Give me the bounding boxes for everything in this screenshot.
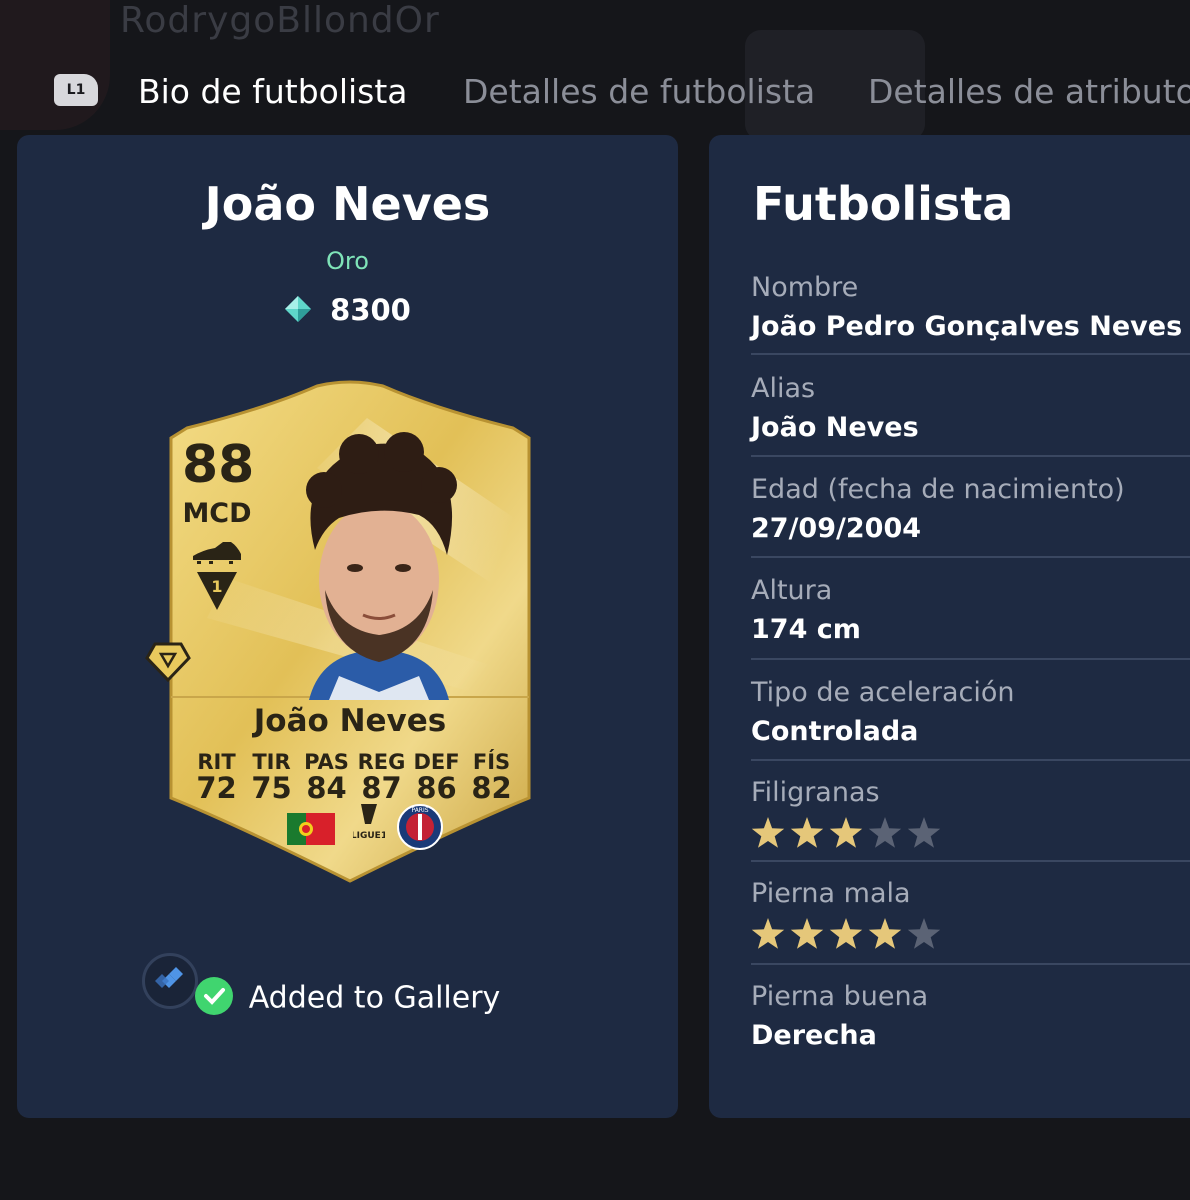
tab-detalles-de-futbolista[interactable]: Detalles de futbolista: [463, 72, 815, 111]
divider: [751, 455, 1190, 457]
weak-foot-stars: [751, 918, 941, 949]
stat-reg: REG 87: [357, 750, 406, 805]
card-player-name: João Neves: [253, 703, 447, 739]
tab-detalles-de-atributos[interactable]: Detalles de atributos: [868, 72, 1190, 111]
divider: [751, 963, 1190, 965]
gem-currency-icon: [284, 295, 312, 330]
tab-bio-de-futbolista[interactable]: Bio de futbolista: [138, 72, 408, 111]
card-rating: 88: [182, 435, 255, 495]
info-row-alias: Alias João Neves: [751, 373, 919, 443]
player-card[interactable]: 88 MCD 1 João Neves RIT72 TIR75 PAS84: [167, 378, 533, 883]
player-info-panel: Futbolista Nombre João Pedro Gonçalves Ne…: [709, 135, 1190, 1118]
info-row-nombre: Nombre João Pedro Gonçalves Neves: [751, 272, 1183, 342]
player-bio-panel: João Neves Oro 8300 88 MCD 1 João Neves …: [17, 135, 678, 1118]
gallery-status-text: Added to Gallery: [248, 980, 501, 1016]
divider: [751, 658, 1190, 660]
player-name-title: João Neves: [204, 177, 491, 231]
svg-text:1: 1: [211, 577, 222, 596]
portugal-flag-icon: [287, 813, 335, 845]
gallery-status: Added to Gallery: [17, 977, 678, 1018]
info-row-pierna-mala: Pierna mala: [751, 878, 1190, 953]
star-filled-icon: [868, 918, 902, 949]
stat-rit: RIT 72: [196, 750, 237, 805]
divider: [751, 556, 1190, 558]
star-filled-icon: [829, 918, 863, 949]
price-value: 8300: [330, 293, 411, 327]
l1-shoulder-button-icon[interactable]: L1: [54, 74, 98, 106]
star-empty-icon: [907, 817, 941, 848]
boot-icon: [193, 542, 241, 564]
star-filled-icon: [790, 817, 824, 848]
stat-fis: FÍS 82: [471, 750, 512, 805]
star-empty-icon: [868, 817, 902, 848]
stat-tir: TIR 75: [251, 750, 292, 805]
card-stats: RIT 72 TIR 75 PAS 84 REG 87 DEF 86 FÍS 82: [189, 751, 519, 803]
info-section-title: Futbolista: [753, 177, 1014, 231]
star-filled-icon: [751, 918, 785, 949]
svg-text:LIGUE1: LIGUE1: [353, 831, 385, 841]
divider: [751, 860, 1190, 862]
info-row-aceleracion: Tipo de aceleración Controlada: [751, 677, 1015, 747]
card-position: MCD: [182, 498, 252, 529]
info-row-pierna-buena: Pierna buena Derecha: [751, 981, 929, 1051]
check-icon: [194, 977, 233, 1015]
rarity-label: Oro: [326, 247, 369, 275]
background-username: RodrygoBllondOr: [120, 0, 440, 41]
psg-crest-icon: PARIS: [397, 804, 443, 850]
star-filled-icon: [751, 817, 785, 848]
stat-def: DEF 86: [413, 750, 460, 805]
svg-text:PARIS: PARIS: [411, 807, 428, 814]
info-row-filigranas: Filigranas: [751, 777, 1190, 852]
playstyle-rank-icon: 1: [197, 572, 237, 610]
star-filled-icon: [829, 817, 863, 848]
evolution-badge-icon: [145, 642, 191, 682]
tab-bar: L1 Bio de futbolista Detalles de futboli…: [0, 60, 1190, 130]
star-filled-icon: [790, 918, 824, 949]
info-row-altura: Altura 174 cm: [751, 575, 861, 645]
ligue1-logo-icon: LIGUE1: [353, 804, 385, 841]
stat-pas: PAS 84: [304, 750, 349, 805]
player-photo: [306, 432, 457, 700]
info-row-edad: Edad (fecha de nacimiento) 27/09/2004: [751, 474, 1125, 544]
divider: [751, 353, 1190, 355]
skill-moves-stars: [751, 817, 941, 848]
star-empty-icon: [907, 918, 941, 949]
divider: [751, 759, 1190, 761]
price-row: 8300: [17, 293, 678, 330]
